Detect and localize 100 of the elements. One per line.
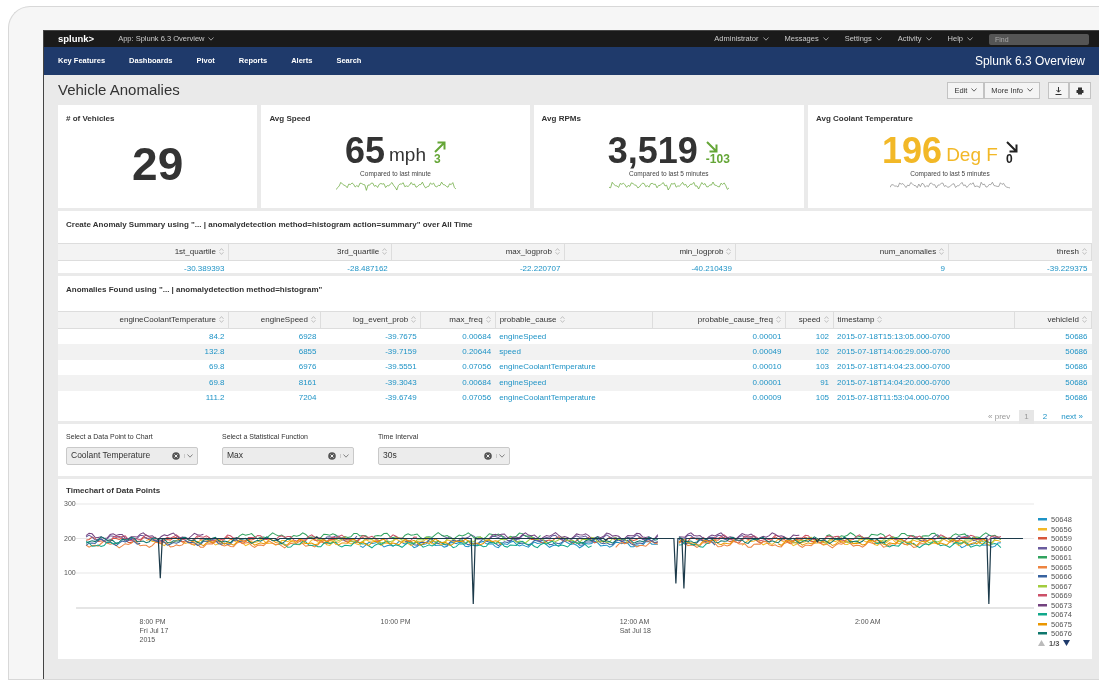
print-button[interactable] xyxy=(1069,81,1091,99)
table-cell-link[interactable]: -39.6749 xyxy=(385,393,417,403)
table-cell-link[interactable]: 2015-07-18T15:13:05.000-0700 xyxy=(837,331,951,341)
table-cell-link[interactable]: 111.2 xyxy=(205,393,225,403)
trend-delta: 3 xyxy=(434,153,441,165)
sort-icon[interactable] xyxy=(776,316,781,324)
sort-icon[interactable] xyxy=(559,316,565,324)
table-cell-link[interactable]: -39.3043 xyxy=(385,377,417,387)
table-cell-link[interactable]: -28.487162 xyxy=(347,263,388,273)
print-icon xyxy=(1076,86,1084,95)
sort-icon[interactable] xyxy=(1082,248,1087,256)
column-header[interactable]: num_anomalies xyxy=(879,247,937,256)
table-cell-link[interactable]: 91 xyxy=(820,377,830,387)
download-button[interactable] xyxy=(1048,81,1069,99)
legend-swatch-icon xyxy=(1038,518,1047,522)
legend-swatch-icon xyxy=(1038,613,1047,617)
table-cell-link[interactable]: engineSpeed xyxy=(499,377,547,387)
caret-icon xyxy=(499,453,505,458)
sort-icon[interactable] xyxy=(485,316,491,324)
caret-icon xyxy=(187,453,193,458)
dropdown-field[interactable]: 30s xyxy=(378,446,510,465)
table-cell-link[interactable]: -22.220707 xyxy=(519,263,561,273)
table-cell-link[interactable]: 7204 xyxy=(298,393,317,403)
table-cell-link[interactable]: 6976 xyxy=(298,362,317,372)
sort-icon[interactable] xyxy=(382,248,388,256)
table-cell-link[interactable]: -40.210439 xyxy=(691,263,732,273)
trend-delta: 0 xyxy=(1005,153,1013,165)
sort-icon[interactable] xyxy=(1082,316,1087,324)
table-cell-link[interactable]: 50686 xyxy=(1065,377,1088,387)
table-cell-link[interactable]: engineCoolantTemperature xyxy=(499,393,596,403)
column-header[interactable]: max_logprob xyxy=(505,247,552,256)
table-cell-link[interactable]: 9 xyxy=(940,263,945,273)
table-cell-link[interactable]: speed xyxy=(499,346,521,356)
legend-swatch-icon xyxy=(1038,556,1047,560)
sort-icon[interactable] xyxy=(219,248,224,256)
table-cell-link[interactable]: 0.07056 xyxy=(462,362,492,372)
table-cell-link[interactable]: 0.00010 xyxy=(752,362,782,372)
table-cell-link[interactable]: 0.00049 xyxy=(752,346,782,356)
table-cell-link[interactable]: 8161 xyxy=(298,377,317,387)
splunk-logo[interactable]: splunk> xyxy=(58,31,95,47)
table-cell-link[interactable]: 102 xyxy=(815,331,830,341)
table-cell-link[interactable]: 103 xyxy=(815,362,830,372)
sort-icon[interactable] xyxy=(939,248,945,256)
sort-icon[interactable] xyxy=(219,316,224,324)
clear-icon xyxy=(172,451,180,460)
sort-icon[interactable] xyxy=(411,316,417,324)
table-cell-link[interactable]: 50686 xyxy=(1065,346,1088,356)
prev-link[interactable]: « prev xyxy=(983,410,1016,424)
column-header[interactable]: 1st_quartile xyxy=(174,247,216,256)
table-cell-link[interactable]: 132.8 xyxy=(204,346,225,356)
table-cell-link[interactable]: 84.2 xyxy=(208,331,225,341)
big-number: 29 xyxy=(132,141,184,187)
page-link[interactable]: 1 xyxy=(1019,410,1034,424)
table-cell-link[interactable]: 105 xyxy=(815,393,830,403)
trend-delta: -103 xyxy=(705,153,730,165)
table-cell-link[interactable]: -39.7675 xyxy=(385,331,417,341)
column-header[interactable]: 3rd_quartile xyxy=(337,247,380,256)
table-cell-link[interactable]: 0.07056 xyxy=(462,393,492,403)
app-title: Splunk 6.3 Overview xyxy=(974,53,1085,70)
table-cell-link[interactable]: 0.00009 xyxy=(752,393,782,403)
table-cell-link[interactable]: -39.7159 xyxy=(385,346,417,356)
column-header[interactable]: timestamp xyxy=(837,315,875,324)
table-cell-link[interactable]: 102 xyxy=(815,346,830,356)
table-cell-link[interactable]: engineCoolantTemperature xyxy=(499,362,596,372)
dropdown-field[interactable]: Coolant Temperature xyxy=(66,446,198,465)
table-cell-link[interactable]: 6855 xyxy=(298,346,317,356)
page-title: Vehicle Anomalies xyxy=(58,79,180,100)
table-cell-link[interactable]: -39.5551 xyxy=(385,362,417,372)
table-cell-link[interactable]: engineSpeed xyxy=(499,331,547,341)
clear-icon xyxy=(328,451,336,460)
table-cell-link[interactable]: 0.00001 xyxy=(752,377,782,387)
table-cell-link[interactable]: 50686 xyxy=(1065,331,1088,341)
table-cell-link[interactable]: 0.00001 xyxy=(752,331,782,341)
table-cell-link[interactable]: -30.389393 xyxy=(184,263,225,273)
sort-icon[interactable] xyxy=(554,248,560,256)
caret-icon xyxy=(971,88,978,92)
table-cell-link[interactable]: 69.8 xyxy=(208,377,225,387)
column-header[interactable]: probable_cause xyxy=(499,315,557,324)
sort-icon[interactable] xyxy=(823,316,829,324)
table-cell-link[interactable]: 2015-07-18T14:04:23.000-0700 xyxy=(837,362,951,372)
column-header[interactable]: min_logprob xyxy=(679,247,724,256)
sort-icon[interactable] xyxy=(877,316,883,324)
sort-icon[interactable] xyxy=(311,316,316,324)
table-cell-link[interactable]: 50686 xyxy=(1065,362,1088,372)
column-header[interactable]: thresh xyxy=(1056,247,1079,256)
dropdown-field[interactable]: Max xyxy=(222,446,354,465)
scroll-down-icon xyxy=(1063,640,1071,647)
sort-icon[interactable] xyxy=(726,248,732,256)
panel-title: Avg RPMs xyxy=(541,113,582,125)
page-link[interactable]: 2 xyxy=(1037,410,1053,424)
table-cell-link[interactable]: 6928 xyxy=(298,331,317,341)
panel-title: # of Vehicles xyxy=(66,113,116,125)
table-cell-link[interactable]: 50686 xyxy=(1065,393,1088,403)
table-cell-link[interactable]: 0.00684 xyxy=(462,331,492,341)
legend-swatch-icon xyxy=(1038,622,1047,626)
next-link[interactable]: next » xyxy=(1056,410,1088,424)
table-cell-link[interactable]: 2015-07-18T11:53:04.000-0700 xyxy=(837,393,950,403)
table-cell-link[interactable]: -39.229375 xyxy=(1047,263,1088,273)
table-cell-link[interactable]: 69.8 xyxy=(208,362,225,372)
download-icon xyxy=(1055,86,1062,95)
